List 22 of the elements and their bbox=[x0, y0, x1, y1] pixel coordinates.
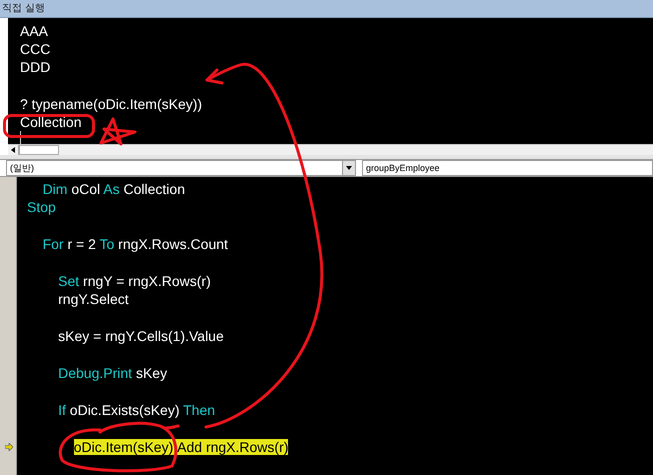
output-line: DDD bbox=[20, 58, 50, 77]
code-line: Stop bbox=[27, 199, 56, 216]
output-line: AAA bbox=[20, 22, 48, 40]
output-line: ? typename(oDic.Item(sKey)) bbox=[20, 94, 202, 113]
code-line: For r = 2 To rngX.Rows.Count bbox=[42, 236, 228, 252]
scrollbar-thumb[interactable] bbox=[19, 145, 59, 155]
code-line: sKey = rngY.Cells(1).Value bbox=[57, 328, 224, 344]
horizontal-scrollbar[interactable] bbox=[8, 144, 653, 155]
caret-icon[interactable] bbox=[346, 166, 352, 170]
left-arrow-icon[interactable] bbox=[10, 147, 16, 153]
procedure-dropdown[interactable]: groupByEmployee bbox=[362, 160, 653, 176]
execution-arrow-icon bbox=[5, 442, 13, 451]
code-line: Debug.Print sKey bbox=[57, 364, 168, 381]
code-line: Dim oCol As Collection bbox=[42, 181, 185, 197]
star-mark bbox=[98, 116, 138, 146]
output-line: CCC bbox=[20, 40, 50, 58]
object-dropdown[interactable]: (일반) bbox=[6, 160, 356, 176]
code-line: Set rngY = rngX.Rows(r) bbox=[57, 272, 211, 289]
output-line: Collection bbox=[20, 112, 82, 132]
code-line: If oDic.Exists(sKey) Then bbox=[57, 402, 216, 418]
code-line: rngY.Select bbox=[57, 291, 129, 308]
window-title: 직접 실행 bbox=[2, 4, 45, 14]
